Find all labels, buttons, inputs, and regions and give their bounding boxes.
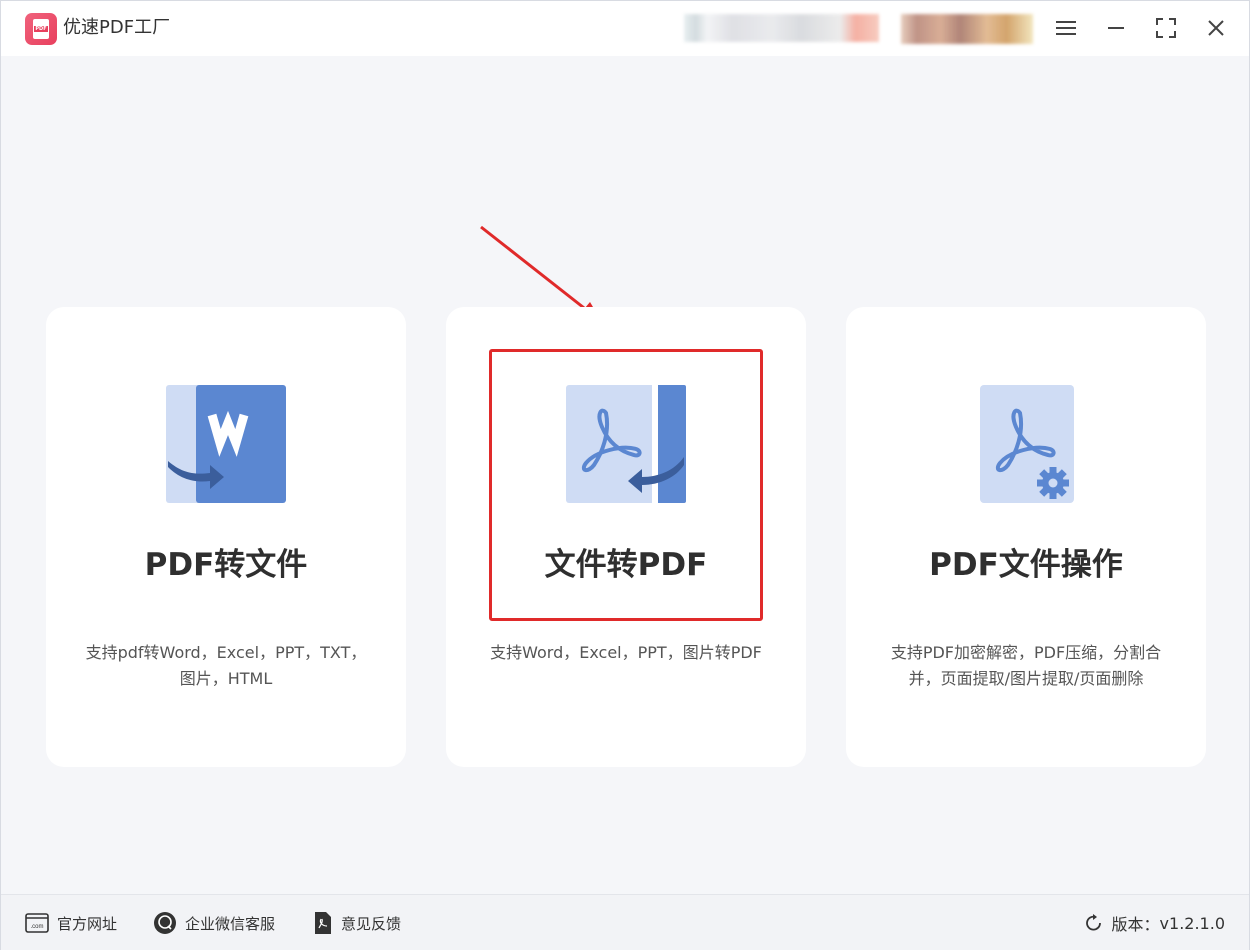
card-description: 支持Word，Excel，PPT，图片转PDF xyxy=(490,643,762,662)
maximize-button[interactable] xyxy=(1149,11,1183,45)
version-info[interactable]: 版本： v1.2.1.0 xyxy=(1084,911,1225,935)
app-title: 优速PDF工厂 xyxy=(63,17,171,38)
card-description: 支持PDF加密解密，PDF压缩，分割合 并，页面提取/图片提取/页面删除 xyxy=(890,643,1162,688)
app-logo-icon: PDF xyxy=(25,13,57,45)
official-website-link[interactable]: .com 官方网址 xyxy=(25,911,117,935)
minimize-icon xyxy=(1108,27,1124,29)
card-title: PDF转文件 xyxy=(144,547,308,583)
feedback-doc-icon xyxy=(313,911,333,935)
refresh-icon xyxy=(1084,913,1104,933)
card-pdf-operations[interactable]: PDF文件操作 支持PDF加密解密，PDF压缩，分割合 并，页面提取/图片提取/… xyxy=(846,307,1206,767)
official-website-label: 官方网址 xyxy=(57,914,118,933)
version-number: v1.2.1.0 xyxy=(1159,913,1225,933)
footer-bar: .com 官方网址 企业微信客服 意见反馈 版本： v1.2.1.0 xyxy=(1,894,1249,950)
user-avatar-blurred[interactable] xyxy=(684,14,879,42)
user-account-blurred[interactable] xyxy=(901,14,1033,44)
website-icon: .com xyxy=(25,913,49,933)
menu-icon xyxy=(1056,21,1076,35)
card-title: PDF文件操作 xyxy=(929,547,1123,583)
card-description: 支持pdf转Word，Excel，PPT，TXT， 图片，HTML xyxy=(85,643,367,688)
maximize-icon xyxy=(1156,18,1176,38)
wechat-support-label: 企业微信客服 xyxy=(185,914,276,933)
card-pdf-to-file[interactable]: PDF转文件 支持pdf转Word，Excel，PPT，TXT， 图片，HTML xyxy=(46,307,406,767)
version-label: 版本： xyxy=(1111,915,1160,934)
feedback-label: 意见反馈 xyxy=(341,914,402,933)
close-button[interactable] xyxy=(1199,11,1233,45)
annotation-highlight-box xyxy=(489,349,763,621)
svg-text:.com: .com xyxy=(30,924,43,930)
pdf-to-word-icon xyxy=(166,385,286,505)
feedback-link[interactable]: 意见反馈 xyxy=(313,911,401,935)
pdf-settings-icon xyxy=(966,385,1086,505)
menu-button[interactable] xyxy=(1049,11,1083,45)
app-window: PDF 优速PDF工厂 PDF转文件 支持pdf转Word，Excel，PPT，… xyxy=(0,0,1250,950)
gear-icon xyxy=(1037,467,1069,499)
chat-bubble-icon xyxy=(153,911,177,935)
wechat-support-link[interactable]: 企业微信客服 xyxy=(153,911,275,935)
minimize-button[interactable] xyxy=(1099,11,1133,45)
title-bar: PDF 优速PDF工厂 xyxy=(1,1,1249,56)
close-icon xyxy=(1208,20,1224,36)
